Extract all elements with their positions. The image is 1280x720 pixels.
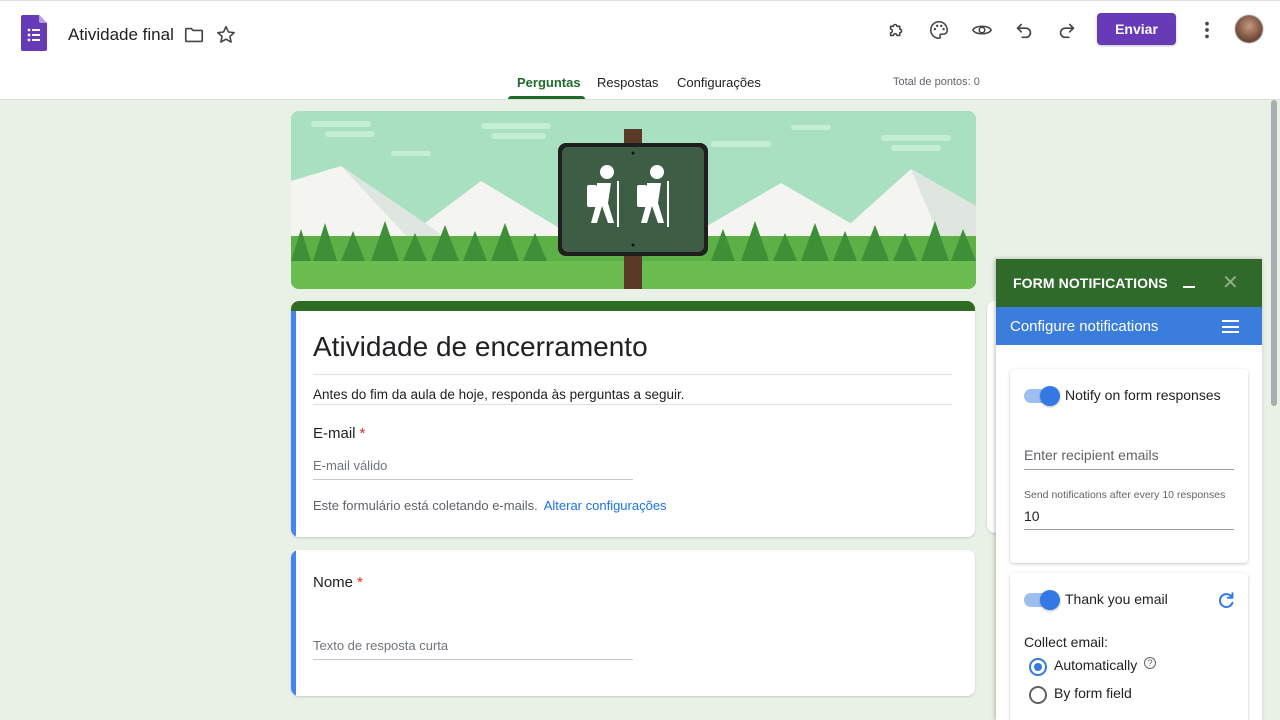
question-label: Nome * bbox=[313, 574, 363, 591]
question-label-text: Nome bbox=[313, 574, 354, 591]
recipient-emails-input[interactable]: Enter recipient emails bbox=[1024, 447, 1159, 463]
total-points: Total de pontos: 0 bbox=[893, 76, 980, 88]
by-form-field-label[interactable]: By form field bbox=[1054, 685, 1132, 701]
notify-toggle[interactable] bbox=[1024, 386, 1060, 406]
email-label-text: E-mail bbox=[313, 425, 356, 442]
short-answer-field[interactable]: Texto de resposta curta bbox=[313, 638, 448, 653]
form-title[interactable]: Atividade de encerramento bbox=[313, 331, 648, 363]
star-icon[interactable] bbox=[214, 23, 238, 47]
card-left-indicator bbox=[291, 550, 296, 696]
addon-subheader: Configure notifications bbox=[996, 307, 1262, 345]
page-scrollbar[interactable] bbox=[1271, 100, 1277, 406]
addon-subtitle: Configure notifications bbox=[1010, 318, 1159, 335]
form-notifications-panel: FORM NOTIFICATIONS ✕ Configure notificat… bbox=[996, 259, 1262, 720]
recipient-emails-underline bbox=[1024, 469, 1234, 470]
form-title-card[interactable]: Atividade de encerramento Antes do fim d… bbox=[291, 301, 975, 537]
thank-you-label: Thank you email bbox=[1065, 591, 1168, 607]
undo-icon[interactable] bbox=[1012, 18, 1036, 42]
short-answer-underline bbox=[313, 659, 633, 660]
tab-respostas[interactable]: Respostas bbox=[597, 75, 658, 90]
eye-icon[interactable] bbox=[970, 18, 994, 42]
thank-you-toggle[interactable] bbox=[1024, 590, 1060, 610]
tab-configuracoes[interactable]: Configurações bbox=[677, 75, 761, 90]
forms-logo-icon[interactable] bbox=[21, 15, 47, 51]
active-tab-indicator bbox=[508, 96, 585, 99]
menu-icon[interactable] bbox=[1222, 320, 1239, 333]
collect-note-text: Este formulário está coletando e-mails. bbox=[313, 498, 538, 513]
send-button[interactable]: Enviar bbox=[1097, 13, 1176, 45]
frequency-underline bbox=[1024, 529, 1234, 530]
more-vert-icon[interactable] bbox=[1195, 18, 1219, 42]
top-divider bbox=[0, 0, 1280, 1]
redo-icon[interactable] bbox=[1055, 18, 1079, 42]
title-underline bbox=[313, 374, 952, 375]
collect-email-label: Collect email: bbox=[1024, 634, 1109, 650]
required-asterisk: * bbox=[357, 574, 363, 591]
help-icon[interactable]: ? bbox=[1144, 657, 1156, 669]
frequency-label: Send notifications after every 10 respon… bbox=[1024, 489, 1226, 501]
notify-label: Notify on form responses bbox=[1065, 387, 1221, 403]
by-form-field-radio[interactable] bbox=[1029, 686, 1047, 704]
palette-icon[interactable] bbox=[927, 18, 951, 42]
addon-title: FORM NOTIFICATIONS bbox=[1013, 275, 1168, 291]
avatar[interactable] bbox=[1235, 15, 1263, 43]
close-icon[interactable]: ✕ bbox=[1222, 270, 1239, 295]
frequency-input[interactable]: 10 bbox=[1024, 508, 1040, 524]
email-question-label: E-mail * bbox=[313, 425, 365, 442]
automatically-radio[interactable] bbox=[1029, 658, 1047, 676]
required-asterisk: * bbox=[359, 425, 366, 442]
app-header: Atividade final Enviar Perguntas Respost… bbox=[0, 0, 1280, 100]
collect-email-note: Este formulário está coletando e-mails. A… bbox=[313, 498, 667, 513]
change-settings-link[interactable]: Alterar configurações bbox=[544, 498, 667, 513]
email-field-underline bbox=[313, 479, 633, 480]
notify-card: Notify on form responses Enter recipient… bbox=[1010, 369, 1248, 563]
question-card[interactable]: Nome * Texto de resposta curta bbox=[291, 550, 975, 696]
folder-icon[interactable] bbox=[182, 23, 206, 47]
addon-body: Notify on form responses Enter recipient… bbox=[996, 345, 1262, 720]
puzzle-icon[interactable] bbox=[885, 18, 909, 42]
automatically-label[interactable]: Automatically bbox=[1054, 657, 1137, 673]
addon-header: FORM NOTIFICATIONS ✕ bbox=[996, 259, 1262, 307]
theme-color-bar bbox=[291, 301, 975, 311]
document-title[interactable]: Atividade final bbox=[68, 25, 174, 45]
email-field[interactable]: E-mail válido bbox=[313, 458, 387, 473]
form-description[interactable]: Antes do fim da aula de hoje, responda à… bbox=[313, 387, 685, 402]
thank-you-card: Thank you email Collect email: Automatic… bbox=[1010, 573, 1248, 720]
header-banner-image bbox=[291, 111, 976, 289]
tab-perguntas[interactable]: Perguntas bbox=[517, 75, 581, 90]
description-underline bbox=[313, 404, 952, 405]
refresh-icon[interactable] bbox=[1214, 589, 1238, 613]
minimize-icon[interactable] bbox=[1183, 286, 1195, 288]
active-card-indicator bbox=[291, 311, 296, 537]
